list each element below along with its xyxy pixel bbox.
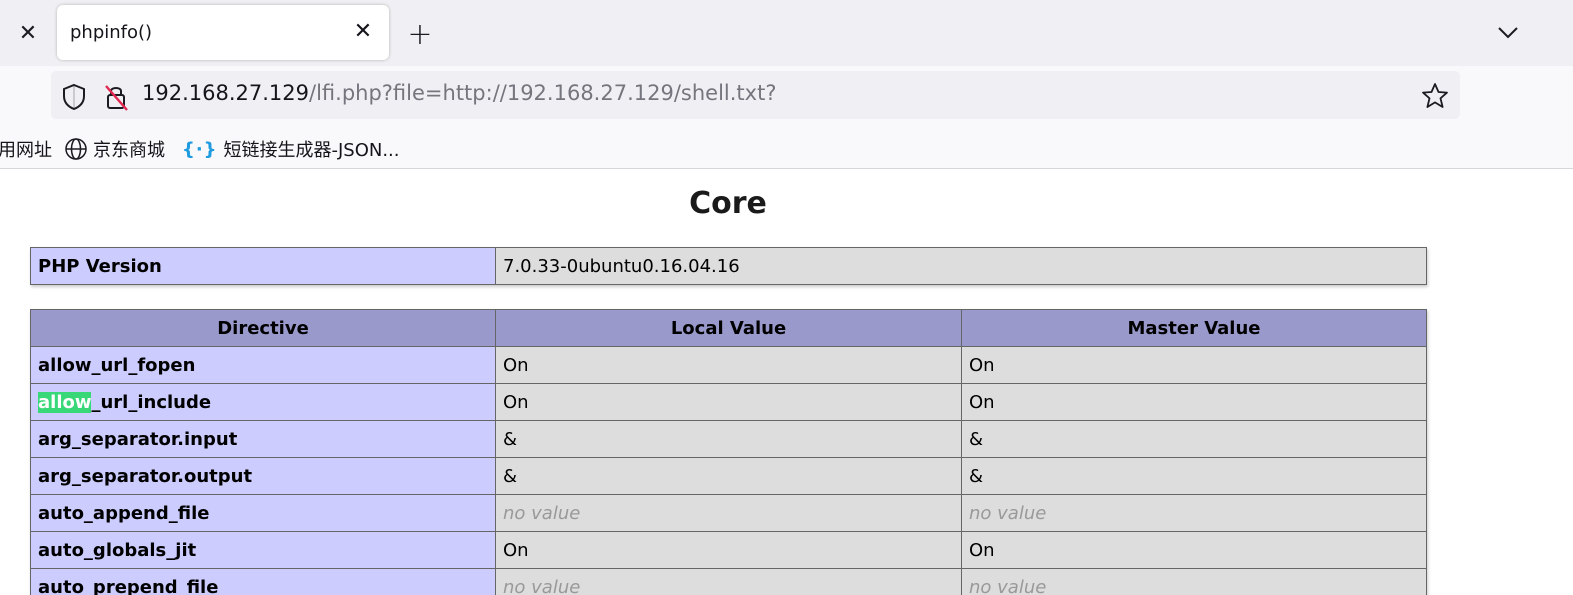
bookmark-item[interactable]: {·} 短链接生成器-JSON...	[182, 136, 400, 162]
column-header-master-value: Master Value	[961, 309, 1427, 347]
local-value: &	[495, 420, 962, 458]
bookmark-label: 用网址	[0, 140, 52, 161]
local-value: no value	[495, 568, 962, 595]
chevron-down-icon[interactable]	[1491, 18, 1525, 48]
insecure-lock-icon[interactable]	[102, 82, 130, 112]
no-value-text: no value	[969, 502, 1047, 524]
local-value: On	[495, 531, 962, 569]
master-value: On	[961, 383, 1427, 421]
bookmark-label: 短链接生成器-JSON...	[223, 140, 400, 161]
directive-name: auto_prepend_file	[30, 568, 496, 595]
navigation-bar: 192.168.27.129/lfi.php?file=http://192.1…	[0, 66, 1573, 128]
table-row: auto_globals_jit On On	[30, 531, 1427, 569]
shield-icon[interactable]	[60, 82, 88, 112]
page-content: Core PHP Version 7.0.33-0ubuntu0.16.04.1…	[0, 169, 1573, 595]
master-value: no value	[961, 568, 1427, 595]
table-row: auto_prepend_file no value no value	[30, 568, 1427, 595]
bookmark-item[interactable]: 用网址	[0, 136, 52, 162]
local-value: On	[495, 383, 962, 421]
directive-name: allow_url_include	[30, 383, 496, 421]
master-value: &	[961, 457, 1427, 495]
directive-name-rest: _url_include	[91, 391, 212, 413]
directive-name: auto_append_file	[30, 494, 496, 532]
master-value: On	[961, 346, 1427, 384]
directive-name: arg_separator.input	[30, 420, 496, 458]
column-header-directive: Directive	[30, 309, 496, 347]
php-version-value: 7.0.33-0ubuntu0.16.04.16	[495, 247, 1427, 285]
directive-table: Directive Local Value Master Value allow…	[30, 309, 1427, 595]
star-icon[interactable]	[1420, 81, 1450, 111]
no-value-text: no value	[969, 576, 1047, 595]
directive-name: auto_globals_jit	[30, 531, 496, 569]
tab-close-icon[interactable]: ✕	[349, 17, 377, 45]
php-version-label: PHP Version	[30, 247, 496, 285]
master-value: no value	[961, 494, 1427, 532]
table-header-row: Directive Local Value Master Value	[30, 309, 1427, 347]
globe-icon	[65, 138, 87, 160]
table-row: arg_separator.input & &	[30, 420, 1427, 458]
table-row: auto_append_file no value no value	[30, 494, 1427, 532]
table-row: allow_url_include On On	[30, 383, 1427, 421]
new-tab-button[interactable]: +	[403, 17, 437, 52]
tab-title: phpinfo()	[70, 22, 153, 43]
bookmarks-toolbar: 用网址 京东商城 {·} 短链接生成器-JSON...	[0, 128, 1573, 169]
directive-name: arg_separator.output	[30, 457, 496, 495]
json-icon: {·}	[182, 138, 218, 160]
section-title: Core	[689, 186, 767, 221]
no-value-text: no value	[503, 576, 581, 595]
php-version-table: PHP Version 7.0.33-0ubuntu0.16.04.16	[30, 247, 1427, 285]
bookmark-label: 京东商城	[93, 140, 165, 161]
local-value: no value	[495, 494, 962, 532]
tab-phpinfo[interactable]: phpinfo() ✕	[57, 5, 389, 60]
table-row: allow_url_fopen On On	[30, 346, 1427, 384]
table-row: PHP Version 7.0.33-0ubuntu0.16.04.16	[30, 247, 1427, 285]
master-value: On	[961, 531, 1427, 569]
find-highlight: allow	[38, 391, 92, 413]
table-row: arg_separator.output & &	[30, 457, 1427, 495]
bookmark-item[interactable]: 京东商城	[64, 136, 165, 162]
url-host: 192.168.27.129	[142, 81, 309, 105]
master-value: &	[961, 420, 1427, 458]
directive-name: allow_url_fopen	[30, 346, 496, 384]
column-header-local-value: Local Value	[495, 309, 962, 347]
no-value-text: no value	[503, 502, 581, 524]
close-icon[interactable]: ✕	[12, 17, 44, 49]
url-path: /lfi.php?file=http://192.168.27.129/shel…	[309, 81, 777, 105]
local-value: &	[495, 457, 962, 495]
tab-strip: ✕ phpinfo() ✕ +	[0, 0, 1573, 66]
local-value: On	[495, 346, 962, 384]
url-text[interactable]: 192.168.27.129/lfi.php?file=http://192.1…	[142, 81, 776, 105]
